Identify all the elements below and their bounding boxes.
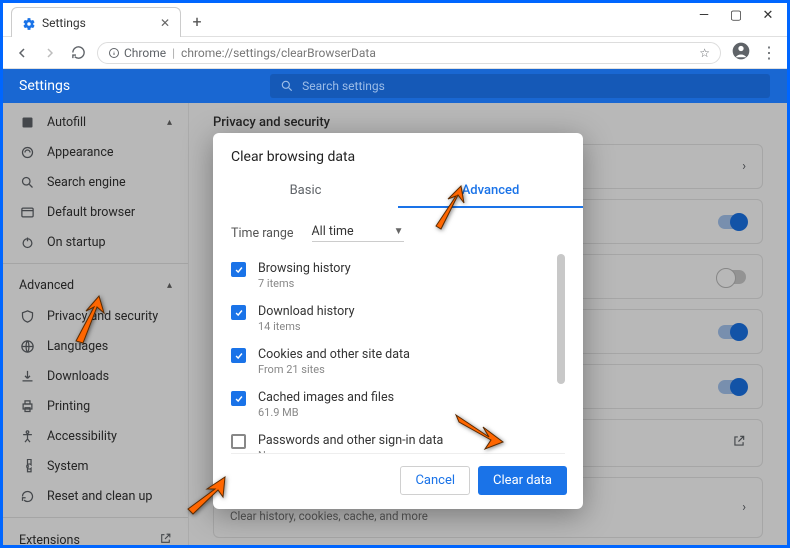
check-download-history[interactable]: Download history14 items [231, 297, 565, 340]
window-controls: — ▢ ✕ [689, 3, 783, 27]
check-cookies[interactable]: Cookies and other site dataFrom 21 sites [231, 340, 565, 383]
search-input[interactable] [302, 79, 760, 93]
checkbox-icon[interactable] [231, 305, 246, 320]
clear-browsing-data-dialog: Clear browsing data Basic Advanced Time … [213, 133, 583, 509]
cancel-button[interactable]: Cancel [400, 466, 470, 495]
browser-tab[interactable]: Settings ✕ [11, 7, 181, 37]
check-label: Cached images and files [258, 390, 394, 405]
check-browsing-history[interactable]: Browsing history7 items [231, 254, 565, 297]
check-sublabel: 14 items [258, 320, 354, 333]
reload-button[interactable] [69, 44, 87, 62]
dialog-body: Time range All time ▼ Browsing history7 … [213, 208, 583, 454]
dialog-footer: Cancel Clear data [213, 454, 583, 509]
check-sublabel: None [258, 449, 443, 454]
url-label: Chrome [124, 46, 166, 60]
close-window-button[interactable]: ✕ [753, 3, 783, 27]
check-label: Passwords and other sign-in data [258, 433, 443, 448]
checkbox-list: Browsing history7 items Download history… [231, 254, 565, 454]
checkbox-icon[interactable] [231, 391, 246, 406]
dialog-tabs: Basic Advanced [213, 175, 583, 208]
forward-button[interactable] [41, 44, 59, 62]
time-range-select[interactable]: All time ▼ [312, 224, 404, 242]
maximize-button[interactable]: ▢ [721, 3, 751, 27]
check-label: Cookies and other site data [258, 347, 410, 362]
account-icon[interactable] [731, 41, 751, 65]
search-settings[interactable] [270, 74, 770, 98]
time-range-label: Time range [231, 226, 294, 241]
checkbox-icon[interactable] [231, 348, 246, 363]
check-passwords[interactable]: Passwords and other sign-in dataNone [231, 426, 565, 454]
page-title: Settings [19, 78, 70, 94]
address-bar[interactable]: Chrome | chrome://settings/clearBrowserD… [97, 42, 721, 64]
time-range-value: All time [312, 224, 354, 239]
new-tab-button[interactable]: + [185, 9, 209, 33]
gear-icon [22, 16, 36, 30]
scrollbar[interactable] [557, 254, 565, 453]
scrollbar-thumb[interactable] [557, 254, 565, 384]
check-sublabel: 61.9 MB [258, 406, 394, 419]
check-cache[interactable]: Cached images and files61.9 MB [231, 383, 565, 426]
check-sublabel: From 21 sites [258, 363, 410, 376]
window-titlebar: Settings ✕ + — ▢ ✕ [3, 3, 787, 37]
toolbar: Chrome | chrome://settings/clearBrowserD… [3, 37, 787, 69]
back-button[interactable] [13, 44, 31, 62]
checkbox-icon[interactable] [231, 434, 246, 449]
checkbox-icon[interactable] [231, 262, 246, 277]
menu-icon[interactable]: ⋮ [761, 43, 777, 62]
caret-down-icon: ▼ [394, 226, 404, 237]
dialog-title: Clear browsing data [213, 133, 583, 175]
check-sublabel: 7 items [258, 277, 351, 290]
minimize-button[interactable]: — [689, 3, 719, 27]
time-range-row: Time range All time ▼ [231, 216, 565, 254]
site-info-icon[interactable]: Chrome [108, 46, 166, 60]
search-icon [280, 79, 294, 93]
tab-basic[interactable]: Basic [213, 175, 398, 208]
check-label: Download history [258, 304, 354, 319]
url-text: chrome://settings/clearBrowserData [181, 46, 376, 60]
tab-advanced[interactable]: Advanced [398, 175, 583, 208]
tab-title: Settings [42, 16, 154, 30]
star-icon[interactable]: ☆ [699, 46, 710, 60]
check-label: Browsing history [258, 261, 351, 276]
close-tab-icon[interactable]: ✕ [160, 16, 170, 30]
clear-data-button[interactable]: Clear data [478, 466, 567, 495]
settings-header: Settings [3, 69, 787, 103]
